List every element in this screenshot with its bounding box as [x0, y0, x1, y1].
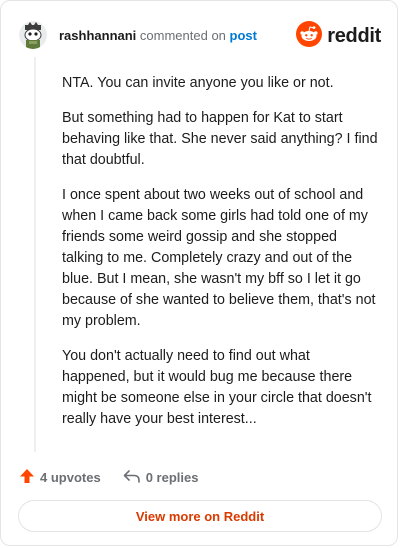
upvote-button[interactable]: 4 upvotes	[19, 468, 101, 487]
comment-footer: 4 upvotes 0 replies	[19, 467, 198, 487]
upvote-arrow-icon	[19, 468, 35, 487]
thread-line[interactable]	[34, 57, 36, 452]
comment-body: NTA. You can invite anyone you like or n…	[62, 73, 380, 444]
comment-embed-card: rashhannani commented on post reddit NTA…	[0, 0, 398, 546]
post-link[interactable]: post	[230, 28, 257, 43]
view-more-button[interactable]: View more on Reddit	[18, 500, 382, 532]
reply-arrow-icon	[123, 468, 141, 487]
user-avatar-icon[interactable]	[19, 21, 47, 49]
comment-header: rashhannani commented on post reddit	[19, 19, 381, 51]
reddit-logo-icon	[296, 21, 323, 52]
replies-button[interactable]: 0 replies	[123, 468, 199, 487]
comment-paragraph: But something had to happen for Kat to s…	[62, 110, 378, 168]
reply-count: 0 replies	[145, 469, 199, 485]
username-link[interactable]: rashhannani	[59, 28, 136, 43]
comment-paragraph: I once spent about two weeks out of scho…	[62, 187, 376, 329]
reddit-wordmark: reddit	[327, 25, 381, 47]
comment-paragraph: You don't actually need to find out what…	[62, 348, 372, 427]
reddit-logo[interactable]: reddit	[296, 21, 381, 52]
upvote-count: 4 upvotes	[40, 469, 101, 485]
comment-paragraph: NTA. You can invite anyone you like or n…	[62, 75, 334, 91]
commented-on-text: commented on	[139, 27, 226, 43]
comment-byline: rashhannani commented on post	[59, 28, 257, 43]
